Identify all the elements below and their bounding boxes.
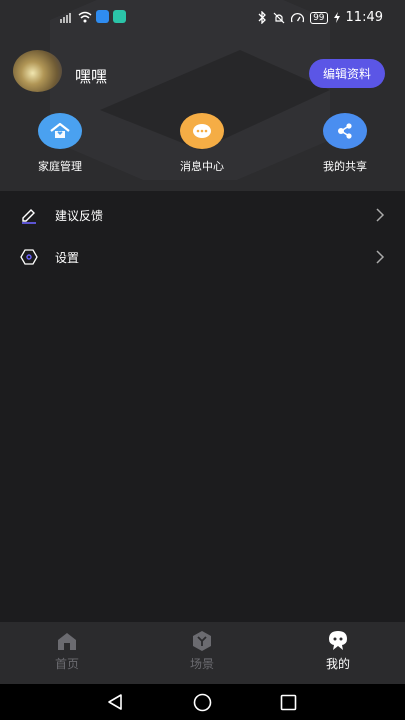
back-icon[interactable] (106, 693, 124, 711)
menu-item-feedback[interactable]: 建议反馈 (0, 195, 405, 235)
bottom-tab-bar: 首页 场景 我的 (0, 622, 405, 684)
screen: 99 11:49 嘿嘿 编辑资料 家庭管理 消息中心 我的共享 建议反馈 设置 … (0, 0, 405, 720)
quick-action-label: 家庭管理 (38, 160, 82, 173)
bluetooth-icon (258, 11, 266, 24)
share-icon (323, 113, 367, 149)
status-left (60, 10, 126, 23)
edit-profile-button[interactable]: 编辑资料 (309, 59, 385, 88)
cloud-app-icon (96, 10, 109, 23)
menu-item-settings[interactable]: 设置 (0, 237, 405, 277)
status-right: 99 11:49 (257, 10, 383, 25)
profile-header: 99 11:49 嘿嘿 编辑资料 家庭管理 消息中心 我的共享 (0, 0, 405, 191)
chat-icon (180, 113, 224, 149)
battery-level: 99 (310, 11, 328, 24)
tab-label: 我的 (325, 657, 350, 671)
charging-icon (333, 12, 340, 23)
home-tab-icon (58, 633, 76, 650)
username: 嘿嘿 (75, 67, 108, 86)
quick-action-my-shares[interactable]: 我的共享 (300, 113, 390, 174)
quick-action-home-management[interactable]: 家庭管理 (15, 113, 105, 174)
quick-action-message-center[interactable]: 消息中心 (157, 113, 247, 174)
menu-item-label: 建议反馈 (55, 208, 104, 223)
tab-home[interactable]: 首页 (27, 630, 107, 672)
recents-icon[interactable] (280, 694, 297, 711)
tab-label: 场景 (189, 657, 214, 671)
home-nav-icon[interactable] (193, 693, 212, 712)
tab-mine[interactable]: 我的 (298, 630, 378, 672)
mute-icon (273, 12, 285, 23)
signal-icon (60, 12, 71, 23)
quick-action-label: 我的共享 (323, 160, 367, 173)
profile-tab-icon (329, 631, 347, 650)
chevron-right-icon (376, 250, 385, 264)
home-icon (38, 113, 82, 149)
speed-icon (291, 12, 305, 22)
clock: 11:49 (345, 10, 383, 25)
tab-scene[interactable]: 场景 (162, 630, 242, 672)
quick-action-label: 消息中心 (180, 160, 224, 173)
tab-label: 首页 (54, 657, 79, 671)
scene-icon (193, 631, 211, 651)
tv-app-icon (113, 10, 126, 23)
menu-item-label: 设置 (55, 250, 80, 265)
pencil-icon (19, 205, 39, 225)
settings-icon (19, 247, 39, 267)
avatar[interactable] (13, 50, 62, 92)
wifi-icon (78, 11, 92, 22)
chevron-right-icon (376, 208, 385, 222)
status-bar: 99 11:49 (0, 0, 405, 36)
system-nav-bar (0, 684, 405, 720)
